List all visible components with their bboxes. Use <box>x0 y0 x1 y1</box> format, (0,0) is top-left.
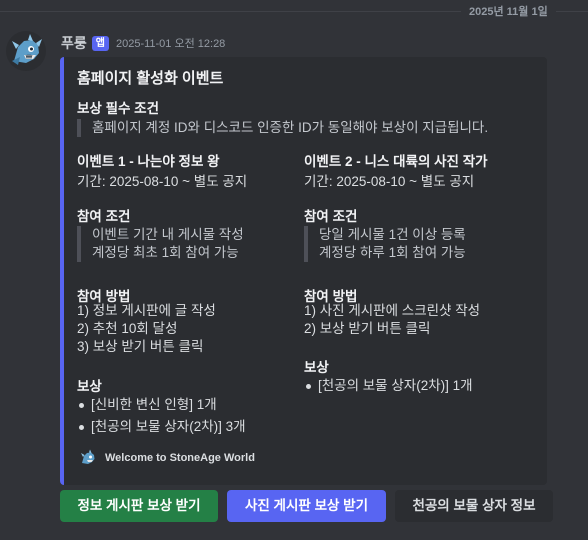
event2-conditions-quote: 당일 게시물 1건 이상 등록 계정당 하루 1회 참여 가능 <box>304 226 466 262</box>
photo-board-reward-button[interactable]: 사진 게시판 보상 받기 <box>227 490 386 522</box>
requirement-heading: 보상 필수 조건 <box>77 101 160 116</box>
event2-name: 이벤트 2 - 니스 대륙의 사진 작가 <box>304 154 488 169</box>
event2-reward-1: [천공의 보물 상자(2차)] 1개 <box>304 375 473 397</box>
date-divider-label: 2025년 11월 1일 <box>461 4 556 20</box>
event2-reward-list: [천공의 보물 상자(2차)] 1개 <box>304 375 473 397</box>
event2-reward-heading: 보상 <box>304 360 329 375</box>
event1-method-3: 3) 보상 받기 버튼 클릭 <box>77 339 204 354</box>
requirement-text: 홈페이지 계정 ID와 디스코드 인증한 ID가 동일해야 보상이 지급됩니다. <box>92 120 489 135</box>
event1-reward-1: [신비한 변신 인형] 1개 <box>77 394 246 416</box>
event1-method-list: 1) 정보 게시판에 글 작성 2) 추천 10회 달성 3) 보상 받기 버튼… <box>77 302 216 356</box>
embed-title: 홈페이지 활성화 이벤트 <box>77 70 224 87</box>
dragon-footer-icon <box>81 449 95 464</box>
message-header: 푸룽 앱 2025-11-01 오전 12:28 <box>61 33 225 53</box>
event2-method-2: 2) 보상 받기 버튼 클릭 <box>304 321 431 336</box>
event2-condition-2: 계정당 하루 1회 참여 가능 <box>319 245 466 260</box>
event1-name: 이벤트 1 - 나는야 정보 왕 <box>77 154 220 169</box>
event2-method-list: 1) 사진 게시판에 스크린샷 작성 2) 보상 받기 버튼 클릭 <box>304 302 480 338</box>
requirement-quote: 홈페이지 계정 ID와 디스코드 인증한 ID가 동일해야 보상이 지급됩니다. <box>77 119 488 137</box>
event1-reward-2: [천공의 보물 상자(2차)] 3개 <box>77 416 246 438</box>
event1-reward-heading: 보상 <box>77 379 102 394</box>
username[interactable]: 푸룽 <box>61 33 87 53</box>
treasure-chest-info-button[interactable]: 천공의 보물 상자 정보 <box>395 490 553 522</box>
event1-condition-1: 이벤트 기간 내 게시물 작성 <box>92 227 244 242</box>
event2-conditions-heading: 참여 조건 <box>304 209 358 224</box>
event1-condition-2: 계정당 최초 1회 참여 가능 <box>92 245 239 260</box>
avatar[interactable] <box>6 31 46 71</box>
event1-conditions-quote: 이벤트 기간 내 게시물 작성 계정당 최초 1회 참여 가능 <box>77 226 244 262</box>
footer-text: Welcome to StoneAge World <box>105 452 255 464</box>
dragon-avatar-icon <box>12 34 42 65</box>
event1-method-2: 2) 추천 10회 달성 <box>77 321 178 336</box>
event2-method-1: 1) 사진 게시판에 스크린샷 작성 <box>304 303 481 318</box>
event1-period: 기간: 2025-08-10 ~ 별도 공지 <box>77 174 248 189</box>
app-badge: 앱 <box>91 35 109 51</box>
event1-conditions-heading: 참여 조건 <box>77 209 131 224</box>
event1-method-1: 1) 정보 게시판에 글 작성 <box>77 303 216 318</box>
event-embed: 홈페이지 활성화 이벤트 보상 필수 조건 홈페이지 계정 ID와 디스코드 인… <box>60 57 547 485</box>
message-timestamp: 2025-11-01 오전 12:28 <box>115 38 226 50</box>
embed-footer: Welcome to StoneAge World <box>78 448 255 468</box>
event2-period: 기간: 2025-08-10 ~ 별도 공지 <box>304 174 475 189</box>
event1-reward-list: [신비한 변신 인형] 1개 [천공의 보물 상자(2차)] 3개 <box>77 394 246 438</box>
event2-condition-1: 당일 게시물 1건 이상 등록 <box>319 227 466 242</box>
info-board-reward-button[interactable]: 정보 게시판 보상 받기 <box>60 490 218 522</box>
